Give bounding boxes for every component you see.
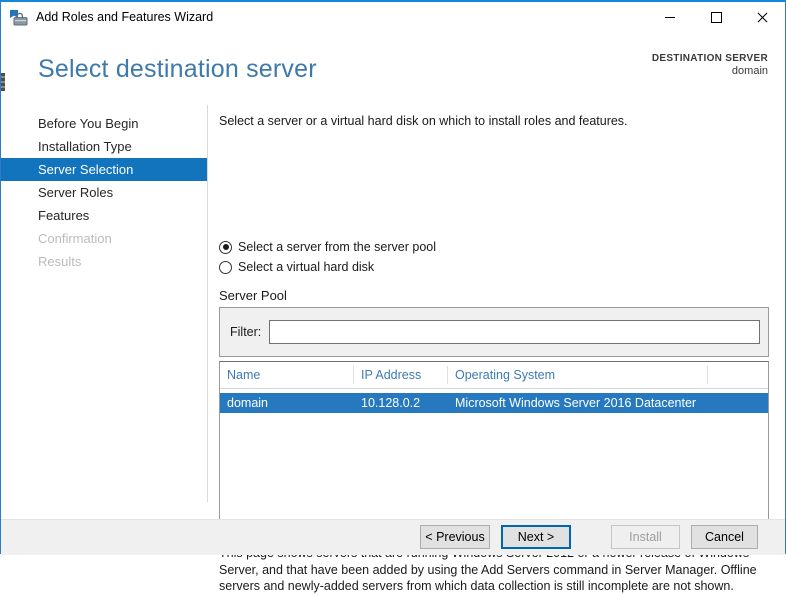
- column-header-name[interactable]: Name: [220, 366, 354, 384]
- column-header-ip-address[interactable]: IP Address: [354, 366, 448, 384]
- sidebar-item-results: Results: [38, 254, 82, 269]
- titlebar: Add Roles and Features Wizard: [1, 2, 785, 32]
- cancel-button[interactable]: Cancel: [691, 525, 758, 549]
- radio-button-icon[interactable]: [219, 240, 232, 254]
- filter-input[interactable]: [269, 320, 760, 344]
- column-header-extra: [708, 366, 768, 384]
- window-title: Add Roles and Features Wizard: [36, 10, 214, 24]
- cell-name: domain: [227, 396, 268, 410]
- column-header-operating-system[interactable]: Operating System: [448, 366, 708, 384]
- maximize-icon: [710, 11, 722, 23]
- radio-select-server-from-pool[interactable]: Select a server from the server pool: [219, 240, 436, 254]
- wizard-steps-sidebar: Before You Begin Installation Type Serve…: [1, 105, 208, 502]
- app-icon: [9, 9, 28, 26]
- footer-bar: < Previous Next > Install Cancel: [1, 519, 785, 555]
- maximize-button[interactable]: [693, 2, 739, 32]
- destination-server-block: DESTINATION SERVER domain: [652, 52, 768, 78]
- intro-text: Select a server or a virtual hard disk o…: [219, 114, 628, 128]
- install-button: Install: [611, 525, 680, 549]
- radio-select-virtual-hard-disk[interactable]: Select a virtual hard disk: [219, 260, 374, 274]
- radio-label: Select a server from the server pool: [238, 240, 436, 254]
- previous-button[interactable]: < Previous: [420, 525, 490, 549]
- close-button[interactable]: [739, 2, 785, 32]
- radio-button-icon[interactable]: [219, 260, 232, 274]
- sidebar-item-installation-type[interactable]: Installation Type: [1, 135, 207, 158]
- sidebar-item-server-roles[interactable]: Server Roles: [1, 181, 207, 204]
- table-header-row: Name IP Address Operating System: [220, 362, 768, 389]
- wizard-window: Add Roles and Features Wizard Select des…: [0, 0, 786, 593]
- destination-server-label: DESTINATION SERVER: [651, 53, 768, 64]
- radio-label: Select a virtual hard disk: [238, 260, 375, 274]
- sidebar-item-confirmation: Confirmation: [38, 231, 112, 246]
- sidebar-item-before-you-begin[interactable]: Before You Begin: [1, 112, 207, 135]
- page-title: Select destination server: [38, 55, 317, 83]
- next-button[interactable]: Next >: [501, 525, 571, 549]
- cell-ip-address: 10.128.0.2: [361, 396, 421, 410]
- filter-panel: Filter:: [219, 307, 769, 357]
- server-pool-heading: Server Pool: [219, 288, 287, 303]
- filter-label: Filter:: [230, 325, 262, 339]
- cell-operating-system: Microsoft Windows Server 2016 Datacenter: [455, 396, 697, 410]
- background-window-sliver: [1, 73, 5, 91]
- minimize-icon: [665, 16, 675, 18]
- table-row[interactable]: domain 10.128.0.2 Microsoft Windows Serv…: [220, 393, 768, 413]
- destination-server-value: domain: [731, 65, 768, 77]
- minimize-button[interactable]: [647, 2, 693, 32]
- close-icon: [757, 12, 768, 23]
- server-pool-table: Name IP Address Operating System domain …: [219, 361, 769, 522]
- sidebar-item-features[interactable]: Features: [1, 204, 207, 227]
- sidebar-item-server-selection[interactable]: Server Selection: [1, 158, 207, 181]
